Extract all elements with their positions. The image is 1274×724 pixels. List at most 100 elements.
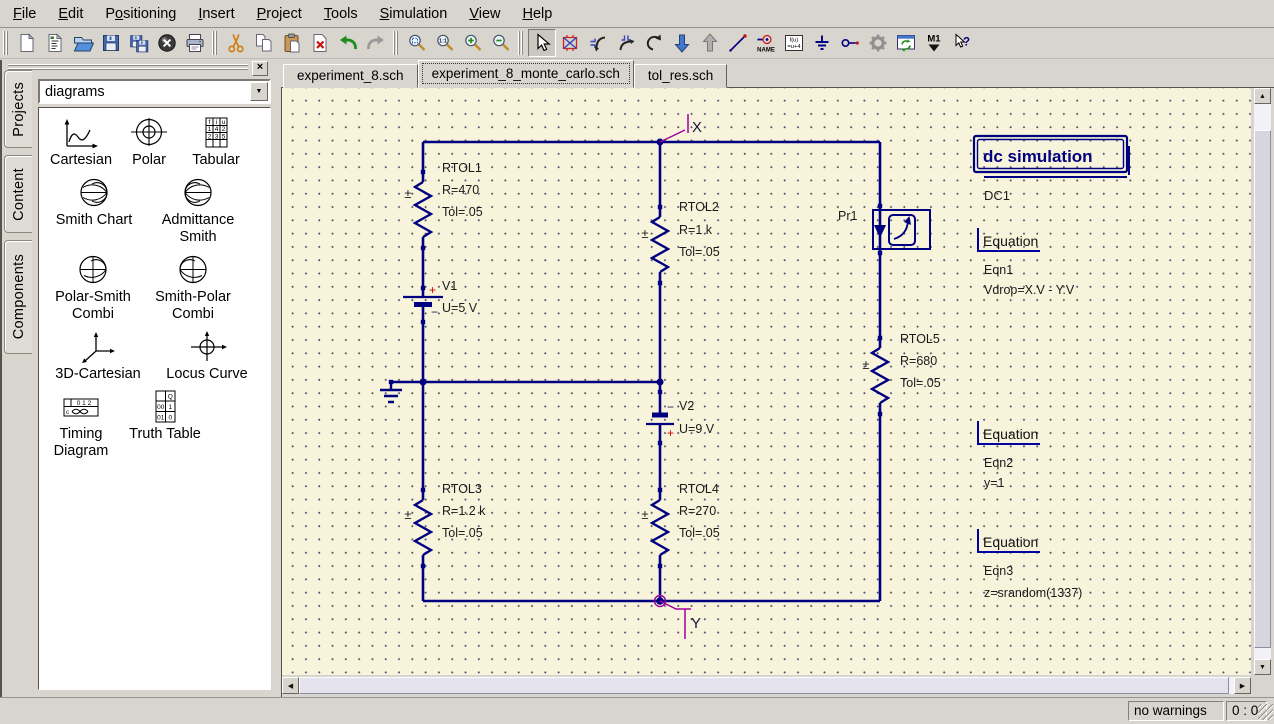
svg-text:R=1 k: R=1 k: [679, 223, 713, 237]
delete-button[interactable]: [306, 29, 334, 57]
print-document-button[interactable]: [181, 29, 209, 57]
document-tab-tol_res-sch[interactable]: tol_res.sch: [634, 64, 727, 88]
palette-item-label: Locus Curve: [166, 366, 247, 383]
equation-eqn3[interactable]: Equation Eqn3 z=srandom(1337): [978, 529, 1082, 600]
voltage-source-v1[interactable]: + − V1 U=5 V: [403, 279, 478, 324]
zoom-out-button[interactable]: [487, 29, 515, 57]
menu-edit[interactable]: Edit: [47, 2, 94, 26]
h-scroll-left-button[interactable]: ◀: [282, 677, 299, 694]
whats-this-button[interactable]: ?: [948, 29, 976, 57]
combo-dropdown-arrow-icon[interactable]: ▼: [250, 82, 268, 101]
palette-item-3d-cartesian[interactable]: 3D-Cartesian: [43, 330, 153, 383]
palette-item-tabular[interactable]: fiu142235Tabular: [179, 116, 253, 169]
equation-eqn1[interactable]: Equation Eqn1 Vdrop=X.V - Y.V: [978, 228, 1075, 297]
resistor-rtol4[interactable]: ± RTOL4 R=270 Tol=.05: [641, 482, 719, 568]
svg-text:Tol=.05: Tol=.05: [679, 245, 720, 259]
menu-file[interactable]: File: [2, 2, 47, 26]
sidebar-tab-components[interactable]: Components: [4, 240, 32, 354]
simulate-button[interactable]: [864, 29, 892, 57]
zoom-fit-button[interactable]: [403, 29, 431, 57]
insert-ground-button[interactable]: [808, 29, 836, 57]
palette-item-smith-chart[interactable]: Smith Chart: [43, 176, 145, 229]
sidebar-tab-projects[interactable]: Projects: [4, 70, 32, 148]
dock-close-button[interactable]: ×: [252, 61, 268, 76]
minus-terminal: −: [431, 305, 438, 319]
undo-button[interactable]: [334, 29, 362, 57]
palette-item-truth-table[interactable]: Q001010Truth Table: [119, 390, 211, 443]
new-document-button[interactable]: [13, 29, 41, 57]
resistor-rtol2[interactable]: ± RTOL2 R=1 k Tol=.05: [641, 200, 719, 285]
node-label-x[interactable]: X: [660, 114, 702, 142]
component-category-select[interactable]: diagrams ▼: [38, 79, 271, 104]
rotate-button[interactable]: [640, 29, 668, 57]
palette-item-timing-diagram[interactable]: 0 1 2cTiming Diagram: [43, 390, 119, 460]
v-scroll-thumb[interactable]: [1254, 130, 1271, 648]
menu-help[interactable]: Help: [512, 2, 564, 26]
insert-equation-button[interactable]: f(u)=u+4: [780, 29, 808, 57]
document-tab-experiment_8-sch[interactable]: experiment_8.sch: [283, 64, 418, 88]
palette-item-locus-curve[interactable]: Locus Curve: [153, 330, 261, 383]
mirror-x-axis-button[interactable]: [584, 29, 612, 57]
cut-button[interactable]: [222, 29, 250, 57]
equation-eqn2[interactable]: Equation Eqn2 y=1: [978, 421, 1040, 490]
menu-project[interactable]: Project: [246, 2, 313, 26]
menu-view[interactable]: View: [458, 2, 511, 26]
new-document-icon: [16, 32, 38, 54]
horizontal-scrollbar[interactable]: ◀ ▶: [282, 677, 1251, 694]
view-data-display-button[interactable]: [892, 29, 920, 57]
save-document-button[interactable]: [97, 29, 125, 57]
palette-item-admittance-smith[interactable]: Admittance Smith: [145, 176, 251, 246]
dock-handle[interactable]: [8, 64, 248, 71]
palette-item-cartesian[interactable]: Cartesian: [43, 116, 119, 169]
resistor-rtol5[interactable]: ± RTOL5 R=680 Tol=.05: [862, 332, 940, 416]
status-bar: no warnings 0 : 0: [0, 697, 1274, 724]
tabular-icon: fiu142235: [194, 116, 238, 150]
open-document-button[interactable]: [69, 29, 97, 57]
menu-simulation[interactable]: Simulation: [369, 2, 459, 26]
zoom-1-1-button[interactable]: 1:1: [431, 29, 459, 57]
menu-insert[interactable]: Insert: [187, 2, 245, 26]
insert-port-button[interactable]: [836, 29, 864, 57]
close-document-button[interactable]: [153, 29, 181, 57]
mirror-y-axis-button[interactable]: [612, 29, 640, 57]
resistor-rtol3[interactable]: ± RTOL3 R=1.2 k Tol=.05: [404, 482, 486, 568]
3d-cartesian-icon: [76, 330, 120, 364]
deactivate-component-button[interactable]: [556, 29, 584, 57]
save-all-documents-button[interactable]: [125, 29, 153, 57]
insert-wire-label-icon: NAME: [755, 32, 777, 54]
svg-text:R=270: R=270: [679, 504, 716, 518]
zoom-in-button[interactable]: [459, 29, 487, 57]
resistor-rtol1[interactable]: ± RTOL1 R=470 Tol=.05: [404, 161, 482, 250]
svg-text:01: 01: [157, 415, 165, 422]
palette-item-polar-smith-combi[interactable]: Polar-Smith Combi: [43, 253, 143, 323]
set-marker-button[interactable]: M1: [920, 29, 948, 57]
insert-wire-button[interactable]: [724, 29, 752, 57]
current-probe-pr1[interactable]: Pr1: [838, 204, 930, 255]
dc-simulation-block[interactable]: dc simulation DC1: [974, 136, 1129, 203]
sidebar-tab-content[interactable]: Content: [4, 155, 32, 233]
pop-out-of-subcircuit-button[interactable]: [696, 29, 724, 57]
svg-text:RTOL3: RTOL3: [442, 482, 482, 496]
svg-text:3: 3: [215, 134, 219, 141]
palette-item-smith-polar-combi[interactable]: Smith-Polar Combi: [143, 253, 243, 323]
h-scroll-right-button[interactable]: ▶: [1234, 677, 1251, 694]
copy-button[interactable]: [250, 29, 278, 57]
redo-button[interactable]: [362, 29, 390, 57]
palette-item-polar[interactable]: Polar: [119, 116, 179, 169]
schematic-canvas[interactable]: ± RTOL1 R=470 Tol=.05 ± RTOL2 R=1 k Tol=…: [282, 88, 1251, 675]
h-scroll-thumb[interactable]: [299, 677, 1229, 694]
new-text-document-button[interactable]: [41, 29, 69, 57]
svg-text:RTOL2: RTOL2: [679, 200, 719, 214]
v-scroll-up-button[interactable]: ▲: [1254, 88, 1271, 104]
document-tab-experiment_8_monte_carlo-sch[interactable]: experiment_8_monte_carlo.sch: [418, 60, 634, 88]
menu-positioning[interactable]: Positioning: [94, 2, 187, 26]
push-into-subcircuit-button[interactable]: [668, 29, 696, 57]
voltage-source-v2[interactable]: − + V2 U=9 V: [646, 390, 715, 445]
resize-grip[interactable]: [1258, 704, 1273, 720]
v-scroll-down-button[interactable]: ▼: [1254, 659, 1271, 675]
vertical-scrollbar[interactable]: ▲ ▼: [1254, 88, 1271, 675]
insert-wire-label-button[interactable]: NAME: [752, 29, 780, 57]
select-button[interactable]: [528, 29, 556, 57]
paste-button[interactable]: [278, 29, 306, 57]
menu-tools[interactable]: Tools: [313, 2, 369, 26]
